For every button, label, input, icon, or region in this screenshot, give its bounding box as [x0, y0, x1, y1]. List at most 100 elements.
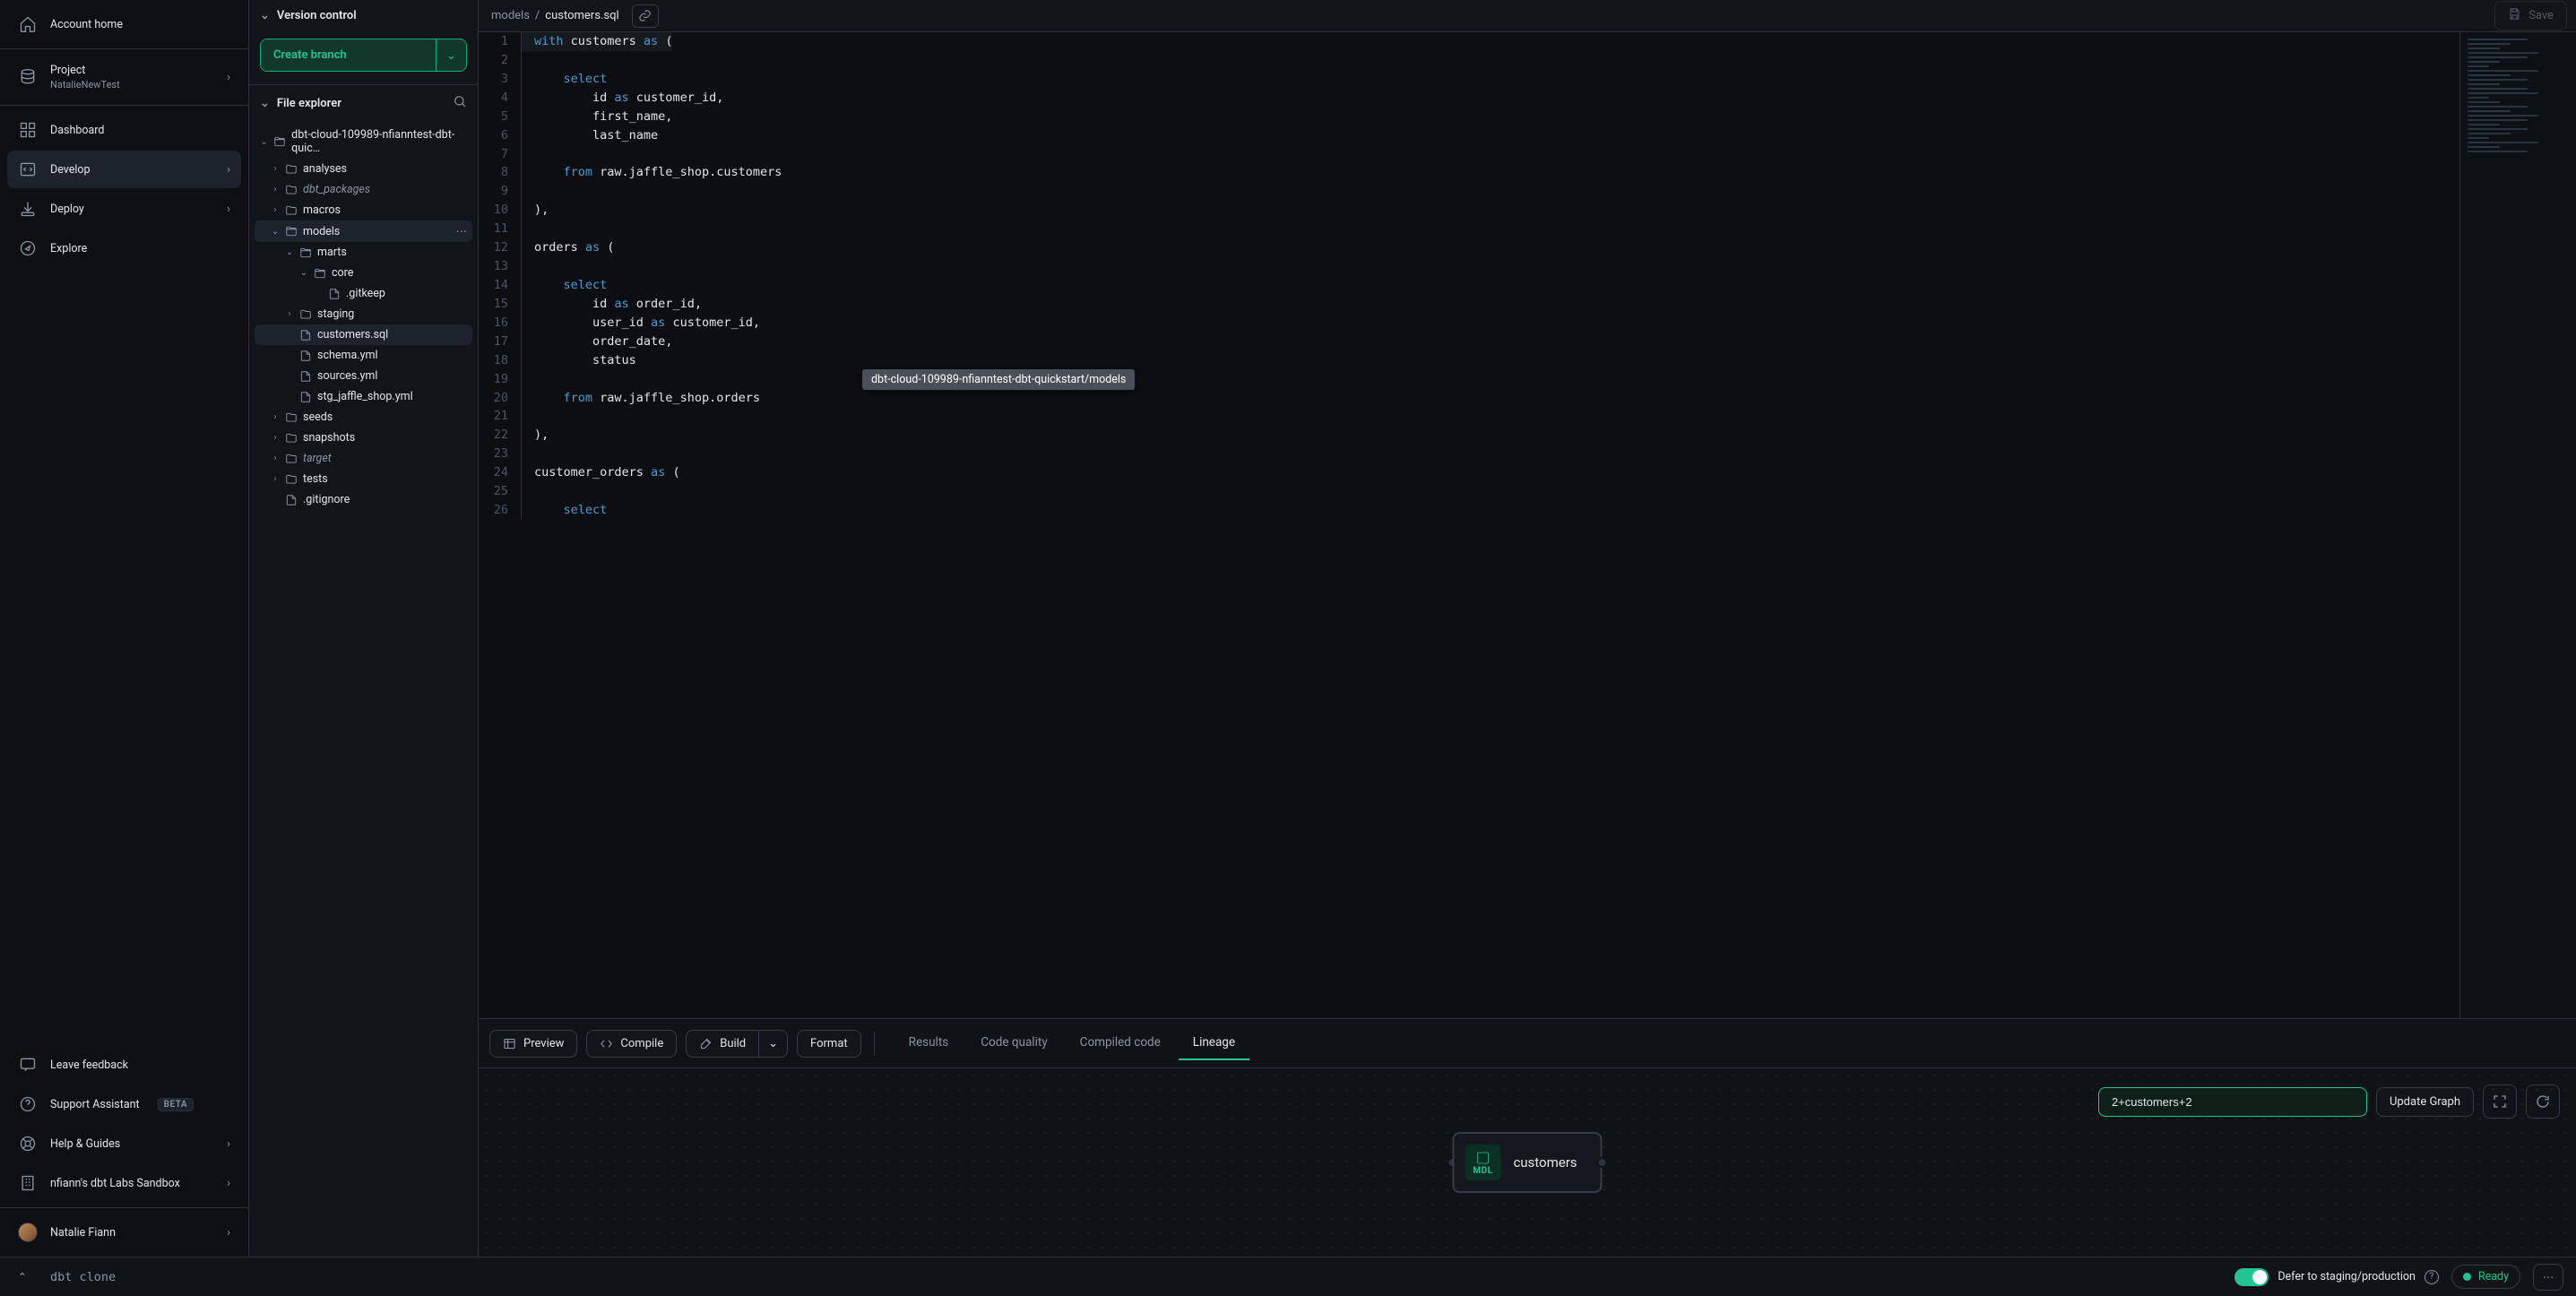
tree-folder-seeds[interactable]: › seeds	[255, 407, 472, 428]
tab-compiled-code[interactable]: Compiled code	[1066, 1026, 1175, 1060]
lineage-node-customers[interactable]: MDL customers	[1452, 1132, 1602, 1193]
folder-open-icon	[314, 267, 326, 280]
code-line[interactable]: 3 select	[479, 70, 2459, 89]
nav-develop[interactable]: Develop ›	[7, 151, 241, 188]
code-line[interactable]: 5 first_name,	[479, 108, 2459, 126]
code-line[interactable]: 13	[479, 257, 2459, 276]
code-line[interactable]: 10),	[479, 201, 2459, 220]
code-line[interactable]: 17 order_date,	[479, 333, 2459, 351]
nav-help[interactable]: Help & Guides ›	[7, 1125, 241, 1162]
deploy-icon	[18, 199, 38, 219]
tree-folder-target[interactable]: › target	[255, 448, 472, 469]
tree-folder-core[interactable]: ⌄ core	[255, 263, 472, 283]
tree-root[interactable]: ⌄ dbt-cloud-109989-nfianntest-dbt-quic…	[255, 125, 472, 159]
help-icon[interactable]: ?	[2425, 1270, 2439, 1284]
code-line[interactable]: 26 select	[479, 501, 2459, 520]
more-icon[interactable]: ⋯	[456, 224, 468, 238]
code-line[interactable]: 9	[479, 182, 2459, 201]
code-line[interactable]: 12orders as (	[479, 238, 2459, 257]
console-panel: Preview Compile Build ⌄ Format	[479, 1018, 2576, 1257]
preview-button[interactable]: Preview	[489, 1030, 577, 1058]
link-icon[interactable]	[632, 4, 659, 28]
tree-folder-tests[interactable]: › tests	[255, 469, 472, 489]
nav-user[interactable]: Natalie Fiann ›	[7, 1214, 241, 1251]
code-line[interactable]: 6 last_name	[479, 126, 2459, 145]
code-line[interactable]: 16 user_id as customer_id,	[479, 314, 2459, 333]
code-line[interactable]: 24customer_orders as (	[479, 463, 2459, 482]
lineage-selector-input[interactable]	[2098, 1087, 2367, 1117]
search-icon[interactable]	[453, 94, 467, 112]
code-line[interactable]: 1with customers as (	[479, 32, 2459, 51]
code-line[interactable]: 20 from raw.jaffle_shop.orders	[479, 389, 2459, 408]
code-editor[interactable]: 1with customers as (2 3 select4 id as cu…	[479, 32, 2576, 1018]
format-button[interactable]: Format	[797, 1030, 861, 1058]
code-line[interactable]: 8 from raw.jaffle_shop.customers	[479, 163, 2459, 182]
file-icon	[299, 391, 312, 403]
tree-folder-snapshots[interactable]: › snapshots	[255, 428, 472, 448]
code-line[interactable]: 23	[479, 445, 2459, 463]
refresh-icon[interactable]	[2526, 1084, 2560, 1119]
more-icon[interactable]: ⋯	[2533, 1264, 2563, 1291]
compile-button[interactable]: Compile	[586, 1030, 677, 1058]
code-text: with customers as (	[522, 32, 672, 51]
code-line[interactable]: 22),	[479, 426, 2459, 445]
update-graph-button[interactable]: Update Graph	[2376, 1087, 2474, 1117]
nav-explore[interactable]: Explore	[7, 229, 241, 267]
tree-folder-dbt-packages[interactable]: › dbt_packages	[255, 179, 472, 200]
code-line[interactable]: 21	[479, 407, 2459, 426]
nav-support[interactable]: Support Assistant BETA	[7, 1085, 241, 1123]
button-label: Compile	[620, 1037, 663, 1050]
file-explorer-header[interactable]: ⌄ File explorer	[249, 85, 478, 121]
create-branch-dropdown[interactable]: ⌄	[436, 39, 466, 71]
code-line[interactable]: 7	[479, 145, 2459, 164]
nav-deploy[interactable]: Deploy ›	[7, 190, 241, 228]
build-button[interactable]: Build	[686, 1030, 759, 1058]
code-line[interactable]: 14 select	[479, 276, 2459, 295]
save-label: Save	[2528, 9, 2554, 22]
tree-file-schema-yml[interactable]: schema.yml	[255, 345, 472, 366]
code-line[interactable]: 18 status	[479, 351, 2459, 370]
lineage-canvas[interactable]: MDL customers Update Graph	[479, 1068, 2576, 1257]
version-control-header[interactable]: ⌄ Version control	[249, 0, 478, 31]
code-line[interactable]: 15 id as order_id,	[479, 295, 2459, 314]
expand-console-icon[interactable]: ⌃	[13, 1267, 32, 1287]
code-text: first_name,	[522, 108, 672, 126]
folder-icon	[285, 453, 298, 465]
tree-folder-marts[interactable]: ⌄ marts	[255, 242, 472, 263]
tree-folder-analyses[interactable]: › analyses	[255, 159, 472, 179]
nav-sandbox[interactable]: nfiann's dbt Labs Sandbox ›	[7, 1164, 241, 1202]
tab-lineage[interactable]: Lineage	[1179, 1026, 1249, 1060]
build-dropdown[interactable]: ⌄	[759, 1030, 788, 1058]
code-line[interactable]: 2	[479, 51, 2459, 70]
tab-results[interactable]: Results	[895, 1026, 964, 1060]
command-input[interactable]	[45, 1263, 2222, 1292]
tree-file-gitkeep[interactable]: .gitkeep	[255, 283, 472, 304]
create-branch-button[interactable]: Create branch ⌄	[260, 39, 467, 72]
breadcrumb[interactable]: models / customers.sql	[488, 5, 628, 26]
code-line[interactable]: 25	[479, 482, 2459, 501]
nav-account-home[interactable]: Account home	[7, 5, 241, 43]
status-dot-icon	[2463, 1273, 2471, 1281]
tree-folder-macros[interactable]: › macros	[255, 200, 472, 220]
tree-file-sources-yml[interactable]: sources.yml	[255, 366, 472, 386]
code-text	[522, 407, 541, 426]
nav-dashboard[interactable]: Dashboard	[7, 111, 241, 149]
defer-toggle[interactable]	[2235, 1268, 2269, 1286]
tree-file-customers-sql[interactable]: customers.sql	[255, 324, 472, 345]
tree-folder-staging[interactable]: › staging	[255, 304, 472, 324]
nav-project[interactable]: Project NatalieNewTest ›	[7, 55, 241, 99]
code-line[interactable]: 4 id as customer_id,	[479, 89, 2459, 108]
tree-folder-models[interactable]: ⌄ models ⋯	[255, 220, 472, 242]
code-line[interactable]: 11	[479, 220, 2459, 238]
nav-leave-feedback[interactable]: Leave feedback	[7, 1046, 241, 1084]
minimap[interactable]	[2459, 32, 2576, 1018]
save-button[interactable]: Save	[2494, 1, 2567, 30]
tree-file-gitignore[interactable]: .gitignore	[255, 489, 472, 510]
lineage-port-out[interactable]	[1597, 1157, 1608, 1168]
line-number: 13	[479, 257, 522, 276]
tree-file-stg-jaffle-shop-yml[interactable]: stg_jaffle_shop.yml	[255, 386, 472, 407]
line-number: 10	[479, 201, 522, 220]
code-line[interactable]: 19	[479, 370, 2459, 389]
tab-code-quality[interactable]: Code quality	[966, 1026, 1061, 1060]
expand-icon[interactable]	[2483, 1084, 2517, 1119]
